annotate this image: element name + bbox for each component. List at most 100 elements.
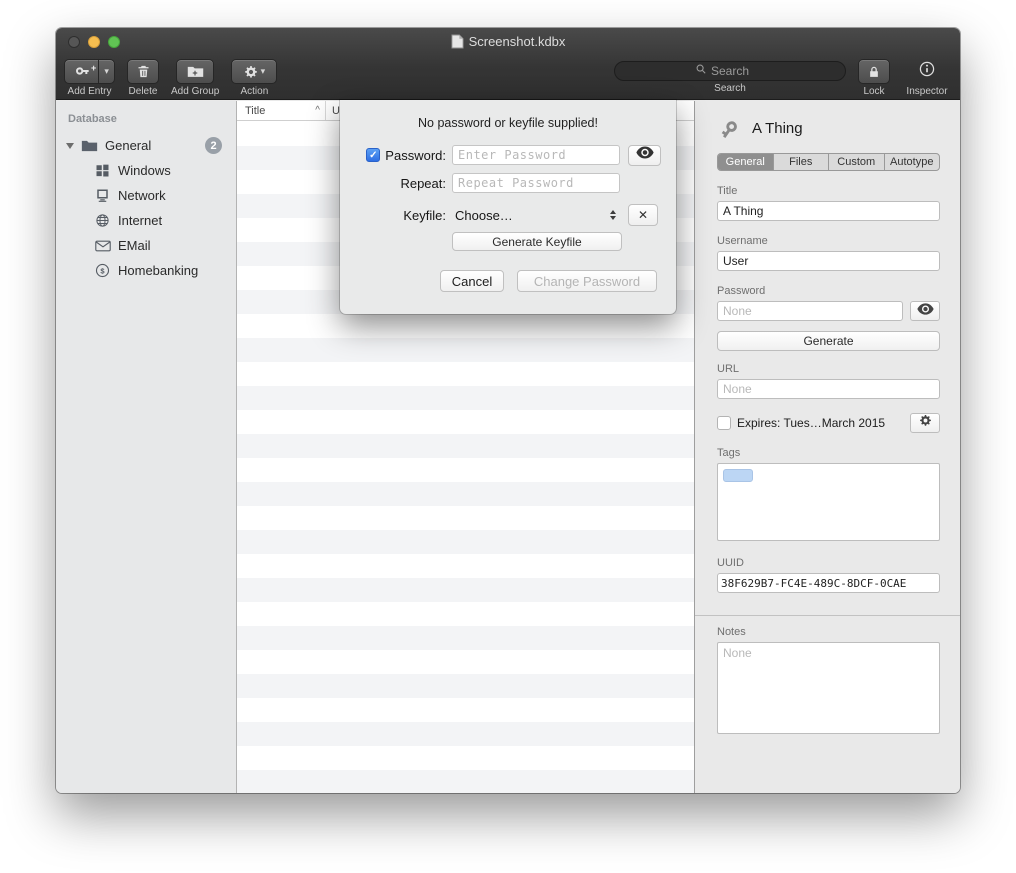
search-group: Search (614, 59, 846, 94)
search-icon (695, 62, 707, 80)
column-header-title[interactable]: Title ^ (237, 101, 325, 120)
titlebar[interactable]: Screenshot.kdbx (56, 28, 960, 55)
tag-chip[interactable] (723, 469, 753, 482)
windows-icon (94, 162, 111, 179)
delete-group: Delete (127, 59, 159, 97)
username-label: Username (717, 235, 940, 247)
key-plus-icon: + (65, 64, 98, 80)
expires-row: Expires: Tues…March 2015 (717, 413, 940, 433)
dialog-password-input[interactable] (452, 145, 620, 165)
sort-ascending-icon: ^ (315, 105, 320, 116)
sidebar-item-network[interactable]: Network (56, 183, 236, 208)
inspector-label: Inspector (906, 86, 947, 97)
password-row: ✓ Password: (362, 144, 662, 166)
window-title: Screenshot.kdbx (56, 28, 960, 55)
add-group-label: Add Group (171, 86, 219, 97)
gear-icon (244, 65, 258, 79)
sidebar-item-windows[interactable]: Windows (56, 158, 236, 183)
clear-keyfile-button[interactable]: ✕ (628, 204, 658, 226)
folder-plus-icon: + (187, 64, 204, 79)
plus-glyph-icon: + (192, 69, 197, 78)
dollar-glyph-icon: $ (100, 266, 105, 275)
tags-label: Tags (717, 447, 940, 459)
delete-button[interactable] (127, 59, 159, 84)
search-field[interactable] (614, 61, 846, 81)
lock-button[interactable] (858, 59, 890, 84)
uuid-field[interactable] (717, 573, 940, 593)
password-checkbox[interactable]: ✓ (366, 148, 380, 162)
password-label: Password (717, 285, 940, 297)
action-label: Action (240, 86, 268, 97)
repeat-row: Repeat: (362, 172, 662, 194)
gear-icon (919, 414, 932, 432)
notes-field[interactable] (717, 642, 940, 734)
uuid-label: UUID (717, 557, 940, 569)
toolbar: + ▾ Add Entry Delete (56, 55, 960, 99)
chevron-down-icon: ▾ (261, 67, 266, 76)
username-field[interactable] (717, 251, 940, 271)
dialog-keyfile-label: Keyfile: (403, 208, 446, 223)
sidebar-item-label: EMail (118, 238, 151, 253)
sidebar-section-header: Database (56, 113, 236, 125)
delete-label: Delete (129, 86, 158, 97)
eye-icon (636, 146, 654, 164)
inspector-group: Inspector (902, 59, 952, 97)
dialog-message: No password or keyfile supplied! (340, 116, 676, 130)
generate-keyfile-button[interactable]: Generate Keyfile (452, 232, 622, 251)
dialog-repeat-input[interactable] (452, 173, 620, 193)
expires-settings-button[interactable] (910, 413, 940, 433)
lock-label: Lock (863, 86, 884, 97)
tab-autotype[interactable]: Autotype (885, 154, 940, 170)
coin-icon: $ (94, 262, 111, 279)
sidebar-item-email[interactable]: EMail (56, 233, 236, 258)
action-button[interactable]: ▾ (231, 59, 277, 84)
expires-checkbox[interactable] (717, 416, 731, 430)
url-field[interactable] (717, 379, 940, 399)
cancel-button[interactable]: Cancel (440, 270, 504, 292)
tab-files[interactable]: Files (774, 154, 830, 170)
mail-icon (94, 237, 111, 254)
sidebar-item-label: Internet (118, 213, 162, 228)
add-entry-group: + ▾ Add Entry (64, 59, 115, 97)
inspector-button[interactable] (918, 59, 936, 84)
change-password-button[interactable]: Change Password (517, 270, 657, 292)
reveal-password-button[interactable] (910, 301, 940, 321)
url-label: URL (717, 363, 940, 375)
password-field[interactable] (717, 301, 903, 321)
lock-group: Lock (858, 59, 890, 97)
close-icon: ✕ (638, 208, 648, 222)
search-input[interactable] (711, 64, 765, 78)
trash-icon (136, 64, 151, 79)
keyfile-select[interactable]: Choose… (452, 204, 620, 226)
reveal-password-button[interactable] (628, 145, 661, 166)
generate-password-button[interactable]: Generate (717, 331, 940, 351)
dialog-password-label: Password: (385, 148, 446, 163)
column-title-text: Title (245, 105, 265, 117)
add-entry-label: Add Entry (68, 86, 112, 97)
document-icon (451, 34, 464, 49)
add-entry-button[interactable]: + ▾ (64, 59, 115, 84)
disclosure-triangle-icon[interactable] (66, 143, 74, 149)
chevron-down-icon[interactable]: ▾ (99, 67, 114, 76)
plus-badge-icon: + (91, 64, 96, 73)
change-password-dialog: No password or keyfile supplied! ✓ Passw… (340, 100, 676, 314)
title-field[interactable] (717, 201, 940, 221)
sidebar-item-homebanking[interactable]: $ Homebanking (56, 258, 236, 283)
tab-custom[interactable]: Custom (829, 154, 885, 170)
stepper-icon (610, 210, 616, 220)
globe-icon (94, 212, 111, 229)
sidebar-item-label: Network (118, 188, 166, 203)
keyfile-selected-value: Choose… (452, 208, 610, 223)
entry-header: A Thing (717, 113, 940, 143)
entry-title: A Thing (752, 120, 803, 137)
tab-general[interactable]: General (718, 154, 774, 170)
inspector-separator (695, 615, 960, 616)
lock-icon (867, 65, 881, 79)
tags-field[interactable] (717, 463, 940, 541)
action-group: ▾ Action (231, 59, 277, 97)
count-badge: 2 (205, 137, 222, 154)
sidebar-item-internet[interactable]: Internet (56, 208, 236, 233)
add-group-button[interactable]: + (176, 59, 214, 84)
sidebar-item-general[interactable]: General 2 (56, 133, 236, 158)
sidebar-item-label: Windows (118, 163, 171, 178)
